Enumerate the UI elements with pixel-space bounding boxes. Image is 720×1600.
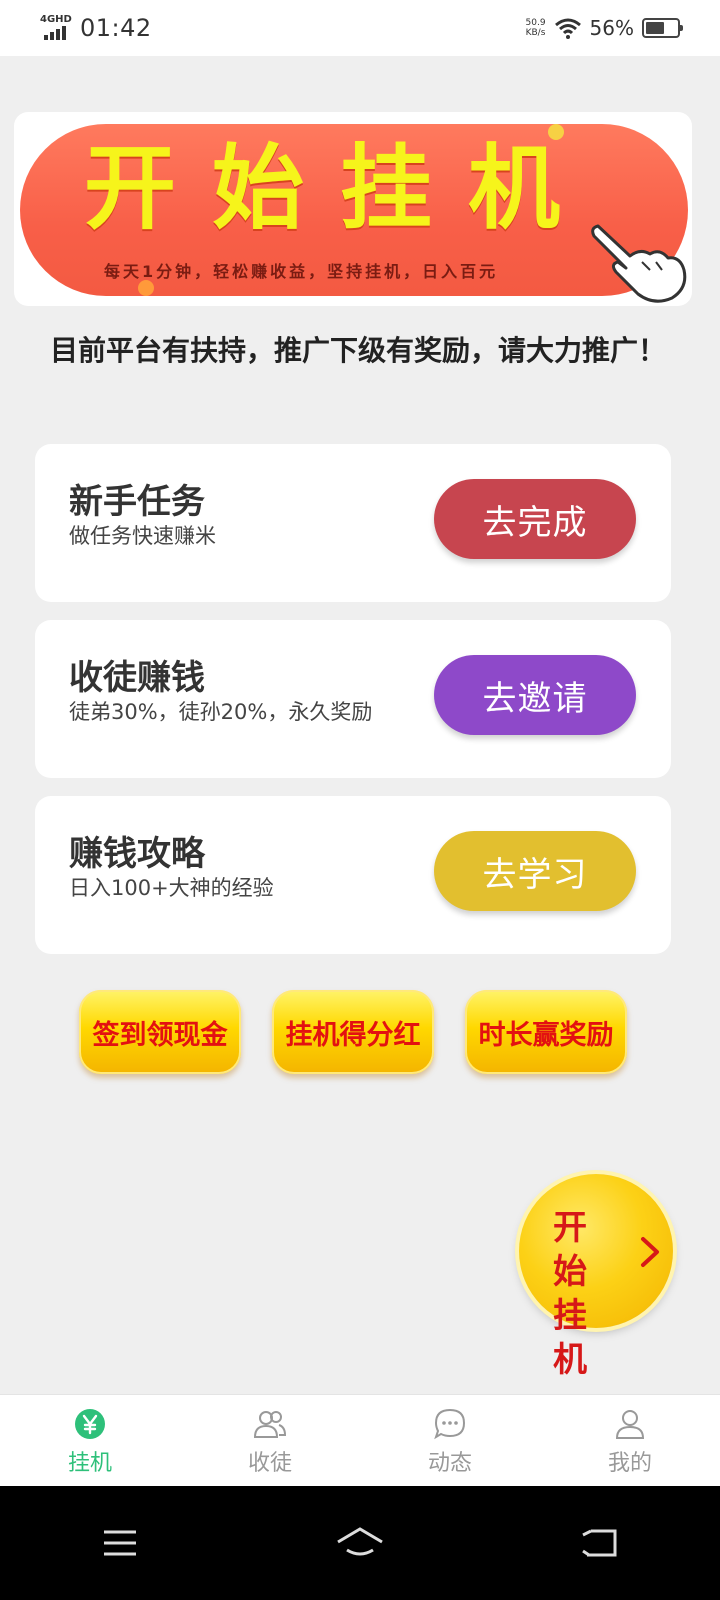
- fab-label-line1: 开始: [553, 1208, 595, 1292]
- tab-feed[interactable]: 动态: [360, 1395, 540, 1486]
- network-speed: 50.9 KB/s: [526, 18, 546, 38]
- battery-percent: 56%: [589, 16, 634, 40]
- system-nav-bar: [0, 1486, 720, 1600]
- learn-button[interactable]: 去学习: [434, 831, 636, 911]
- task-title: 新手任务: [69, 482, 205, 522]
- bottom-tab-bar: 挂机 收徒 动态 我的: [0, 1394, 720, 1486]
- tab-label: 收徒: [247, 1451, 292, 1476]
- battery-icon: [642, 18, 683, 38]
- home-icon: [337, 1527, 383, 1556]
- banner-title: 开始挂机: [84, 135, 597, 242]
- tab-label: 挂机: [67, 1451, 112, 1476]
- invite-button[interactable]: 去邀请: [434, 655, 636, 735]
- task-title: 收徒赚钱: [69, 658, 205, 698]
- tab-label: 我的: [607, 1451, 652, 1476]
- speed-unit: KB/s: [525, 28, 546, 38]
- clock: 01:42: [80, 14, 152, 42]
- tab-apprentice[interactable]: 收徒: [180, 1395, 360, 1486]
- start-hangup-banner[interactable]: 开始挂机 每天1分钟，轻松赚收益，坚持挂机，日入百元: [14, 112, 692, 306]
- promotion-notice: 目前平台有扶持，推广下级有奖励，请大力推广！: [50, 334, 667, 367]
- task-card-guide: 赚钱攻略 日入100+大神的经验 去学习: [35, 796, 671, 954]
- back-button[interactable]: [570, 1523, 630, 1563]
- task-description: 日入100+大神的经验: [69, 876, 274, 900]
- task-description: 做任务快速赚米: [69, 524, 216, 548]
- status-left: 4GHD 01:42: [40, 14, 152, 42]
- chat-icon: [434, 1408, 466, 1440]
- status-right: 50.9 KB/s 56%: [526, 16, 683, 40]
- task-description: 徒弟30%，徒孙20%，永久奖励: [69, 700, 373, 724]
- speed-value: 50.9: [525, 18, 546, 28]
- wifi-icon: [554, 18, 581, 39]
- hangup-dividend-button[interactable]: 挂机得分红: [272, 990, 434, 1074]
- menu-icon: [104, 1530, 136, 1556]
- fab-label-line2: 挂机: [553, 1296, 595, 1380]
- tab-label: 动态: [427, 1451, 472, 1476]
- task-card-invite: 收徒赚钱 徒弟30%，徒孙20%，永久奖励 去邀请: [35, 620, 671, 778]
- start-hangup-fab[interactable]: 开始 挂机: [519, 1174, 673, 1380]
- signal-icon: 4GHD: [40, 14, 72, 42]
- fab-label: 开始 挂机: [553, 1206, 633, 1382]
- duration-reward-button[interactable]: 时长赢奖励: [465, 990, 627, 1074]
- chevron-right-icon: [641, 1237, 659, 1267]
- pointing-hand-icon: [591, 224, 687, 303]
- banner-subtitle: 每天1分钟，轻松赚收益，坚持挂机，日入百元: [104, 262, 499, 281]
- tab-mine[interactable]: 我的: [540, 1395, 720, 1486]
- network-type: 4GHD: [40, 14, 72, 25]
- back-icon: [582, 1529, 617, 1557]
- users-icon: [253, 1411, 287, 1438]
- task-title: 赚钱攻略: [69, 834, 205, 874]
- tab-hangup[interactable]: 挂机: [0, 1395, 180, 1486]
- menu-button[interactable]: [90, 1523, 150, 1563]
- decoration-dot: [138, 280, 154, 296]
- home-button[interactable]: [330, 1523, 390, 1563]
- user-icon: [615, 1410, 645, 1439]
- yen-icon: [75, 1409, 105, 1439]
- complete-task-button[interactable]: 去完成: [434, 479, 636, 559]
- status-bar: 4GHD 01:42 50.9 KB/s 56%: [0, 0, 720, 56]
- sign-in-cash-button[interactable]: 签到领现金: [79, 990, 241, 1074]
- task-card-newbie: 新手任务 做任务快速赚米 去完成: [35, 444, 671, 602]
